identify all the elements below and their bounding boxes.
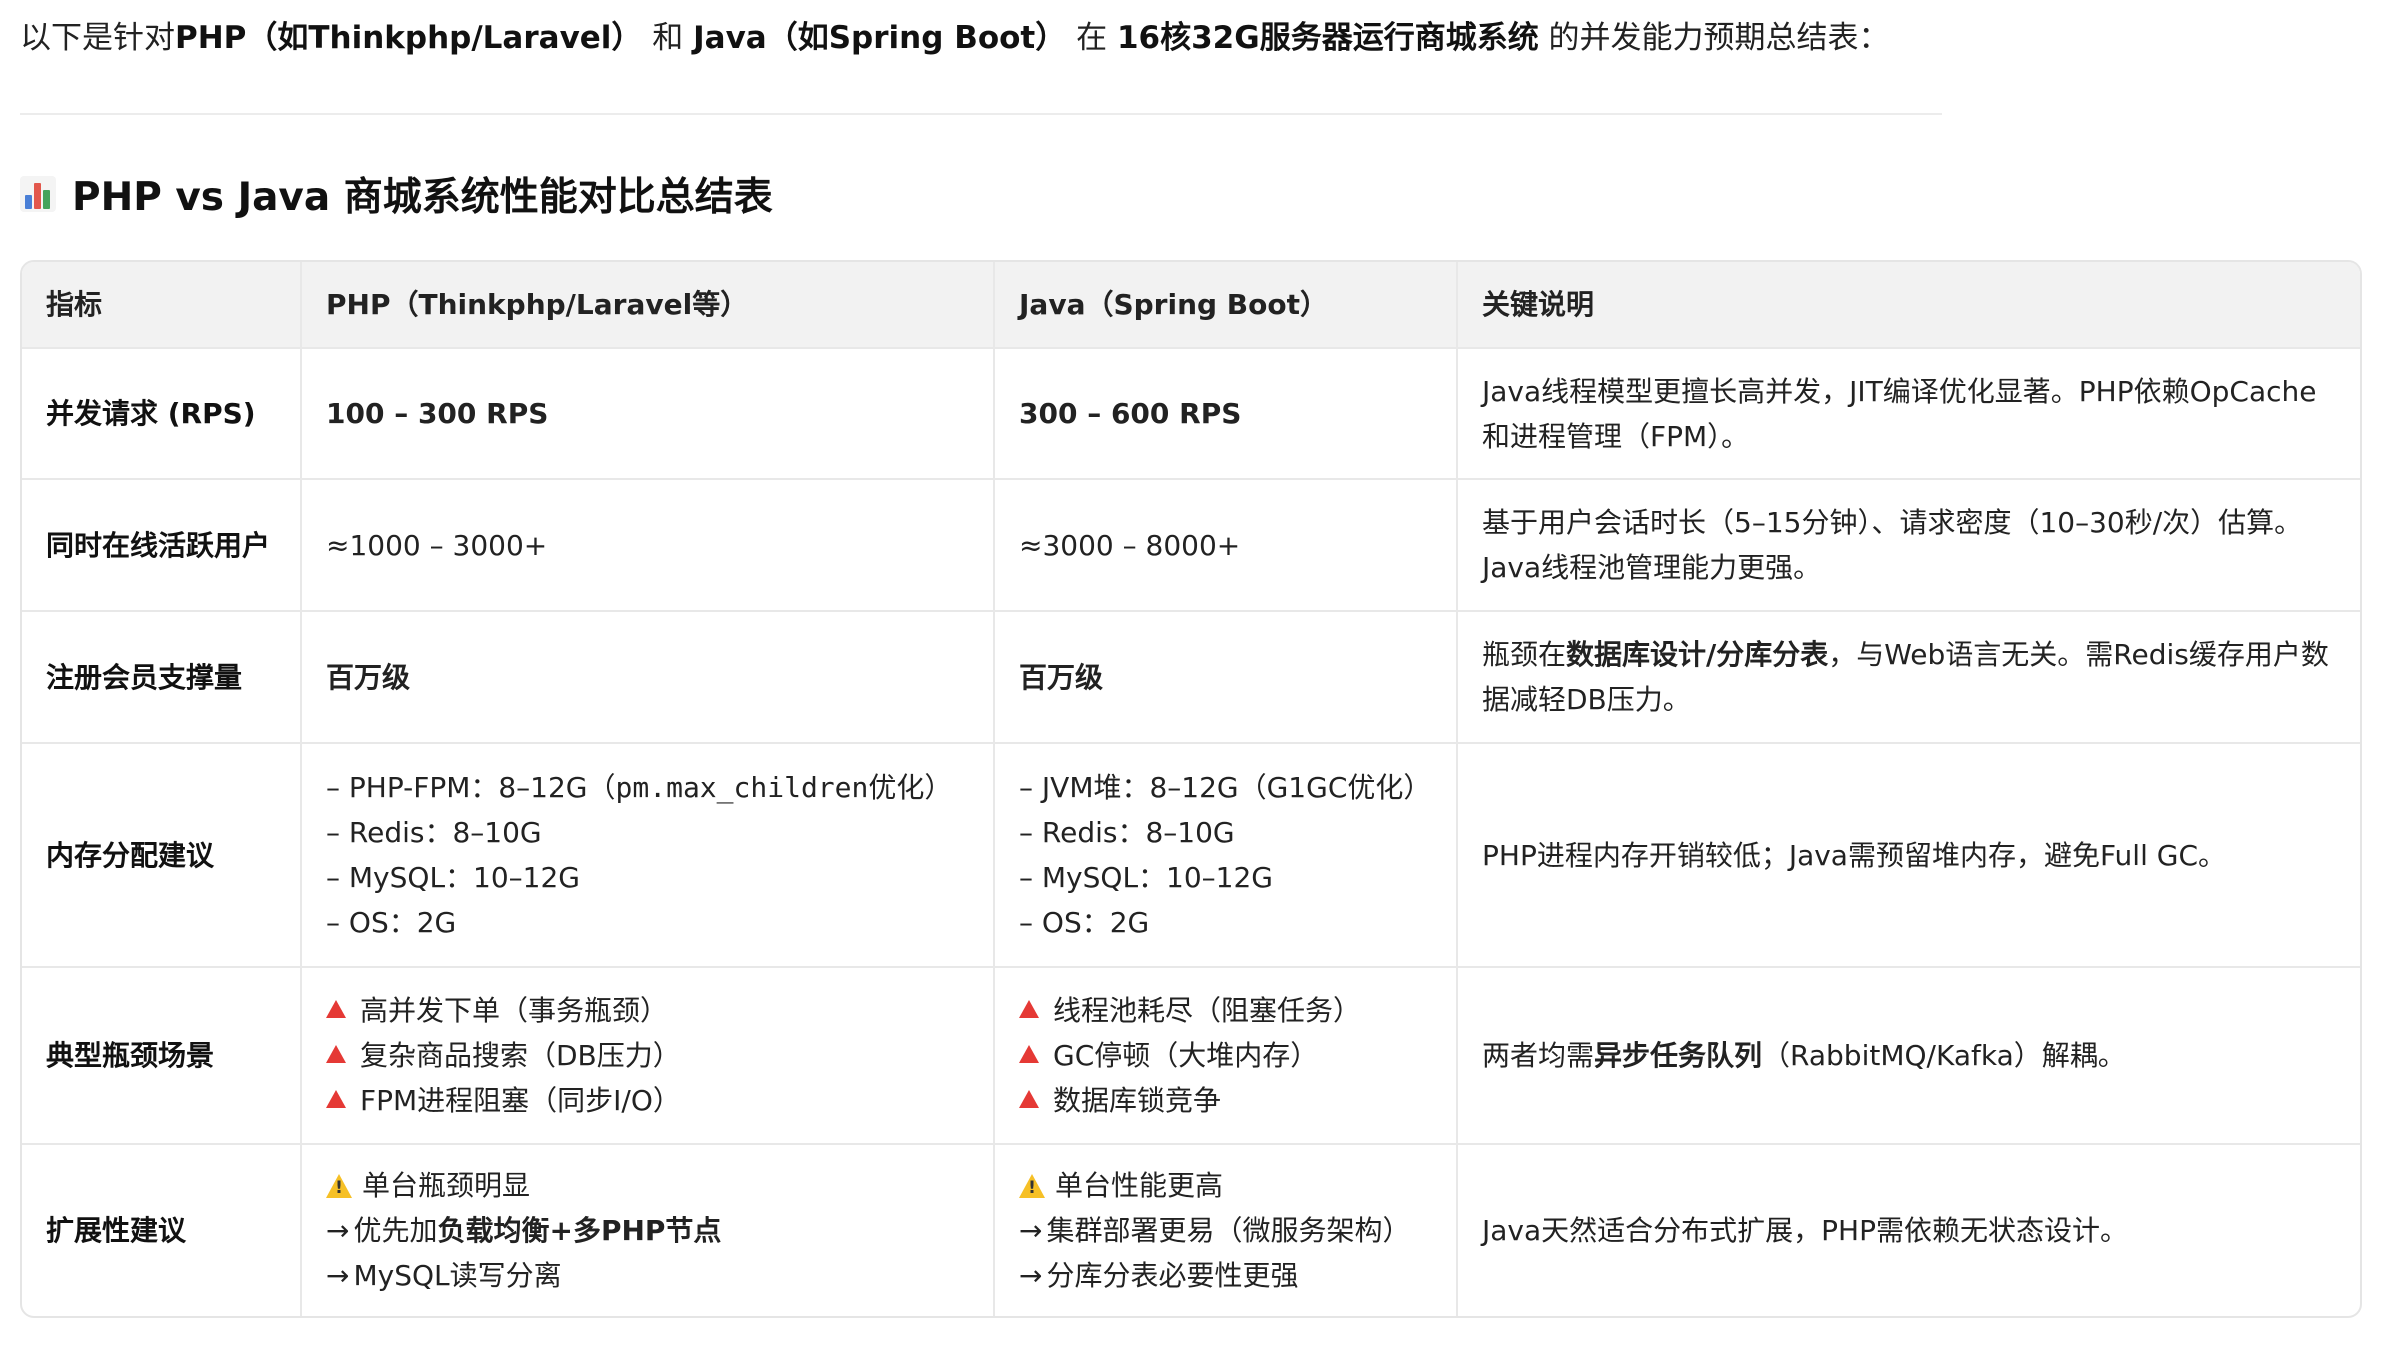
right-arrow-icon: → (326, 1259, 350, 1292)
intro-java: Java（如Spring Boot） (693, 20, 1067, 56)
table-row: 并发请求 (RPS) 100 – 300 RPS 300 – 600 RPS J… (22, 348, 2360, 480)
metric-cell: 注册会员支撑量 (22, 611, 302, 744)
comparison-table: 指标 PHP（Thinkphp/Laravel等） Java（Spring Bo… (20, 260, 2362, 1318)
table-header-row: 指标 PHP（Thinkphp/Laravel等） Java（Spring Bo… (22, 262, 2360, 349)
heading-title: PHP vs Java 商城系统性能对比总结表 (72, 175, 773, 220)
red-triangle-icon (326, 1090, 346, 1108)
php-cell: 百万级 (301, 611, 995, 744)
php-cell: 高并发下单（事务瓶颈） 复杂商品搜索（DB压力） FPM进程阻塞（同步I/O） (301, 967, 995, 1145)
php-cell: ≈1000 – 3000+ (301, 479, 995, 612)
warning-icon (326, 1174, 352, 1199)
section-heading: PHP vs Java 商城系统性能对比总结表 (20, 166, 773, 222)
divider (20, 113, 1942, 115)
bar-chart-icon (20, 176, 56, 212)
code-inline: pm.max_children (615, 771, 869, 804)
note-cell: 瓶颈在数据库设计/分库分表，与Web语言无关。需Redis缓存用户数 据减轻DB… (1457, 611, 2360, 744)
intro-text: 以下是针对PHP（如Thinkphp/Laravel） 和 Java（如Spri… (20, 14, 1890, 62)
right-arrow-icon: → (1019, 1259, 1043, 1292)
java-cell: 线程池耗尽（阻塞任务） GC停顿（大堆内存） 数据库锁竞争 (994, 967, 1458, 1145)
metric-cell: 扩展性建议 (22, 1144, 302, 1316)
note-cell: PHP进程内存开销较低；Java需预留堆内存，避免Full GC。 (1457, 743, 2360, 968)
metric-cell: 内存分配建议 (22, 743, 302, 968)
java-cell: 百万级 (994, 611, 1458, 744)
header-note: 关键说明 (1457, 262, 2360, 349)
note-cell: 两者均需异步任务队列（RabbitMQ/Kafka）解耦。 (1457, 967, 2360, 1145)
note-cell: Java天然适合分布式扩展，PHP需依赖无状态设计。 (1482, 1214, 2128, 1247)
note-cell: Java线程模型更擅长高并发，JIT编译优化显著。PHP依赖OpCache 和进… (1457, 348, 2360, 480)
right-arrow-icon: → (326, 1214, 350, 1247)
right-arrow-icon: → (1019, 1214, 1043, 1247)
note-cell: 基于用户会话时长（5–15分钟）、请求密度（10–30秒/次）估算。 Java线… (1457, 479, 2360, 612)
header-php: PHP（Thinkphp/Laravel等） (301, 262, 995, 349)
red-triangle-icon (1019, 1045, 1039, 1063)
header-metric: 指标 (22, 262, 302, 349)
php-cell: – PHP-FPM：8–12G（pm.max_children优化） – Red… (301, 743, 995, 968)
intro-and: 和 (642, 20, 694, 56)
intro-prefix: 以下是针对 (20, 20, 175, 56)
intro-suffix: 的并发能力预期总结表： (1538, 20, 1890, 56)
metric-cell: 同时在线活跃用户 (22, 479, 302, 612)
java-cell: 单台性能更高 →集群部署更易（微服务架构） →分库分表必要性更强 (994, 1144, 1458, 1316)
warning-icon (1019, 1174, 1045, 1199)
table-row: 典型瓶颈场景 高并发下单（事务瓶颈） 复杂商品搜索（DB压力） FPM进程阻塞（… (22, 967, 2360, 1145)
table-row: 内存分配建议 – PHP-FPM：8–12G（pm.max_children优化… (22, 743, 2360, 968)
red-triangle-icon (326, 1000, 346, 1018)
header-java: Java（Spring Boot） (994, 262, 1458, 349)
php-cell: 单台瓶颈明显 →优先加负载均衡+多PHP节点 →MySQL读写分离 (301, 1144, 995, 1316)
java-cell: – JVM堆：8–12G（G1GC优化） – Redis：8–10G – MyS… (994, 743, 1458, 968)
table-row: 注册会员支撑量 百万级 百万级 瓶颈在数据库设计/分库分表，与Web语言无关。需… (22, 611, 2360, 744)
page: 以下是针对PHP（如Thinkphp/Laravel） 和 Java（如Spri… (0, 0, 2386, 1346)
java-cell: ≈3000 – 8000+ (994, 479, 1458, 612)
java-cell: 300 – 600 RPS (994, 348, 1458, 480)
intro-php: PHP（如Thinkphp/Laravel） (175, 20, 643, 56)
red-triangle-icon (326, 1045, 346, 1063)
red-triangle-icon (1019, 1000, 1039, 1018)
red-triangle-icon (1019, 1090, 1039, 1108)
php-cell: 100 – 300 RPS (301, 348, 995, 480)
metric-cell: 并发请求 (RPS) (22, 348, 302, 480)
intro-in: 在 (1066, 20, 1117, 56)
table-row: 扩展性建议 单台瓶颈明显 →优先加负载均衡+多PHP节点 →MySQL读写分离 … (22, 1144, 2360, 1316)
table-row: 同时在线活跃用户 ≈1000 – 3000+ ≈3000 – 8000+ 基于用… (22, 479, 2360, 612)
intro-server: 16核32G服务器运行商城系统 (1116, 20, 1539, 56)
metric-cell: 典型瓶颈场景 (22, 967, 302, 1145)
